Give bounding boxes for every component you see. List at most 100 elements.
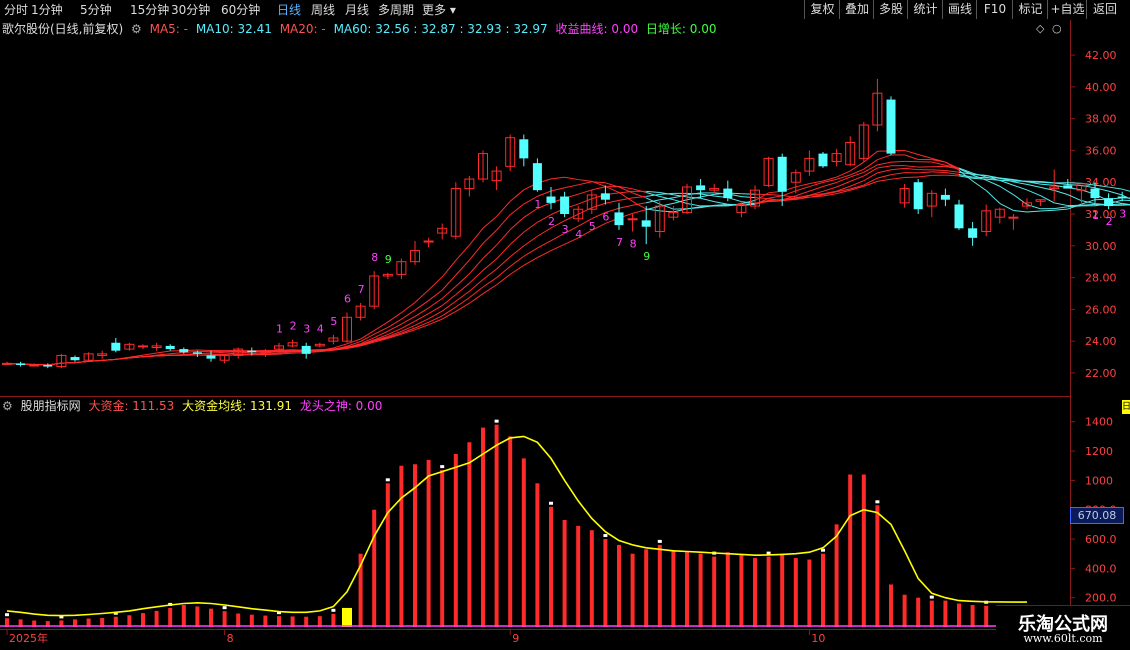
- ma-ribbon-segment: [441, 311, 457, 320]
- price-tick-label: 24.00: [1085, 335, 1117, 348]
- ma-ribbon-segment: [102, 358, 116, 361]
- ma-ribbon-segment: [714, 201, 728, 205]
- candle-body: [192, 352, 202, 354]
- watermark: 乐淘公式网 www.60lt.com: [996, 605, 1130, 650]
- candle-body: [206, 355, 216, 359]
- signal-marker: 9: [385, 253, 392, 266]
- fund-bar-dot: [5, 613, 9, 617]
- ma-ribbon-segment: [1067, 182, 1082, 184]
- fund-bar-dot: [385, 478, 390, 482]
- ma-ribbon-segment: [877, 178, 892, 182]
- signal-marker: 7: [616, 236, 623, 249]
- price-tick-label: 22.00: [1085, 367, 1117, 380]
- ma-ribbon-segment: [904, 149, 919, 155]
- fund-bar: [372, 509, 377, 627]
- candle-body: [886, 99, 896, 154]
- ma-ribbon-segment: [1026, 210, 1041, 213]
- ma-ribbon-segment: [387, 323, 402, 332]
- signal-marker: 2: [1106, 215, 1113, 228]
- ma-ribbon-segment: [890, 172, 905, 176]
- candle-body: [560, 196, 570, 214]
- ma-ribbon-segment: [1026, 204, 1041, 210]
- ma-ribbon-segment: [523, 247, 538, 257]
- fund-bar-dot: [494, 419, 499, 423]
- fund-bar-dot: [440, 465, 445, 469]
- candle-body: [818, 153, 828, 167]
- signal-marker: 7: [358, 283, 365, 296]
- candle-body: [723, 188, 733, 199]
- ma-ribbon-segment: [999, 177, 1014, 180]
- signal-marker: 6: [344, 293, 351, 306]
- ma-ribbon-segment: [156, 354, 171, 357]
- fund-bar-dot: [222, 606, 227, 610]
- candle-body: [1008, 216, 1019, 219]
- fund-bar: [168, 607, 173, 627]
- fund-bar-dot: [929, 595, 934, 599]
- signal-marker: 6: [602, 210, 609, 223]
- ma-ribbon-segment: [496, 214, 511, 231]
- ma-ribbon-segment: [836, 176, 851, 183]
- ma-ribbon-segment: [945, 172, 960, 176]
- candle-body: [600, 193, 610, 200]
- ma-ribbon-segment: [591, 186, 606, 191]
- ma-ribbon-segment: [564, 184, 579, 189]
- ma-ribbon-segment: [945, 170, 960, 173]
- fund-bar: [725, 552, 730, 627]
- fund-bar: [657, 544, 662, 627]
- ma-ribbon-segment: [469, 258, 484, 275]
- candle-body: [614, 212, 624, 226]
- candle-body: [954, 204, 964, 229]
- candle-body: [968, 228, 978, 238]
- fund-bar: [603, 539, 608, 627]
- fund-bar-dot: [331, 608, 336, 612]
- fund-bar: [521, 458, 526, 627]
- fund-bar: [154, 610, 159, 627]
- ma-ribbon-segment: [509, 189, 525, 202]
- ma-ribbon-segment: [537, 240, 552, 249]
- ma-ribbon-segment: [414, 289, 429, 303]
- ma-ribbon-segment: [985, 190, 1001, 204]
- ma-ribbon-segment: [918, 154, 932, 159]
- ma-ribbon-segment: [591, 181, 606, 184]
- price-tick-label: 42.00: [1085, 49, 1117, 62]
- candle-body: [913, 182, 923, 210]
- ma-ribbon-segment: [1054, 208, 1068, 211]
- ma-ribbon-segment: [578, 189, 592, 195]
- ma-ribbon-segment: [877, 154, 892, 161]
- signal-marker: 9: [643, 250, 650, 263]
- ma-ribbon-segment: [822, 181, 837, 187]
- ma-ribbon-segment: [632, 209, 647, 214]
- ma-ribbon-segment: [428, 276, 443, 291]
- price-tick-label: 26.00: [1085, 303, 1117, 316]
- ma-ribbon-segment: [1067, 194, 1082, 202]
- signal-marker: 1: [534, 198, 541, 211]
- ma-ribbon-segment: [482, 258, 497, 271]
- ma-ribbon-segment: [578, 181, 592, 186]
- ma-ribbon-segment: [74, 360, 89, 364]
- ma-ribbon-segment: [591, 202, 606, 209]
- volume-tick-label: 200.0: [1085, 592, 1117, 605]
- volume-tick-label: 400.0: [1085, 562, 1117, 575]
- ma-ribbon-segment: [509, 255, 525, 267]
- signal-marker: 5: [330, 315, 337, 328]
- fund-bar: [385, 483, 390, 627]
- fund-bar: [875, 505, 880, 627]
- signal-marker: 1: [1092, 209, 1099, 222]
- fund-bar-dot: [549, 501, 553, 505]
- ma-ribbon-segment: [700, 197, 715, 203]
- fund-bar: [195, 606, 200, 627]
- ma-ribbon-segment: [550, 187, 565, 192]
- ma-ribbon-segment: [428, 318, 443, 326]
- ma-ribbon-segment: [142, 355, 157, 358]
- fund-bar: [957, 603, 961, 627]
- ma-ribbon-segment: [1122, 199, 1130, 202]
- ma-ribbon-segment: [550, 243, 565, 252]
- candle-body: [165, 345, 175, 350]
- cursor-value: 670.08: [1070, 507, 1124, 524]
- ma-ribbon-segment: [482, 244, 497, 259]
- volume-tick-label: 1000: [1085, 474, 1113, 487]
- fund-bar: [807, 559, 812, 627]
- kline-chart[interactable]: 42.0040.0038.0036.0034.0032.0030.0028.00…: [0, 0, 1130, 650]
- ma-ribbon-segment: [578, 179, 592, 182]
- ma-ribbon-segment: [373, 326, 389, 335]
